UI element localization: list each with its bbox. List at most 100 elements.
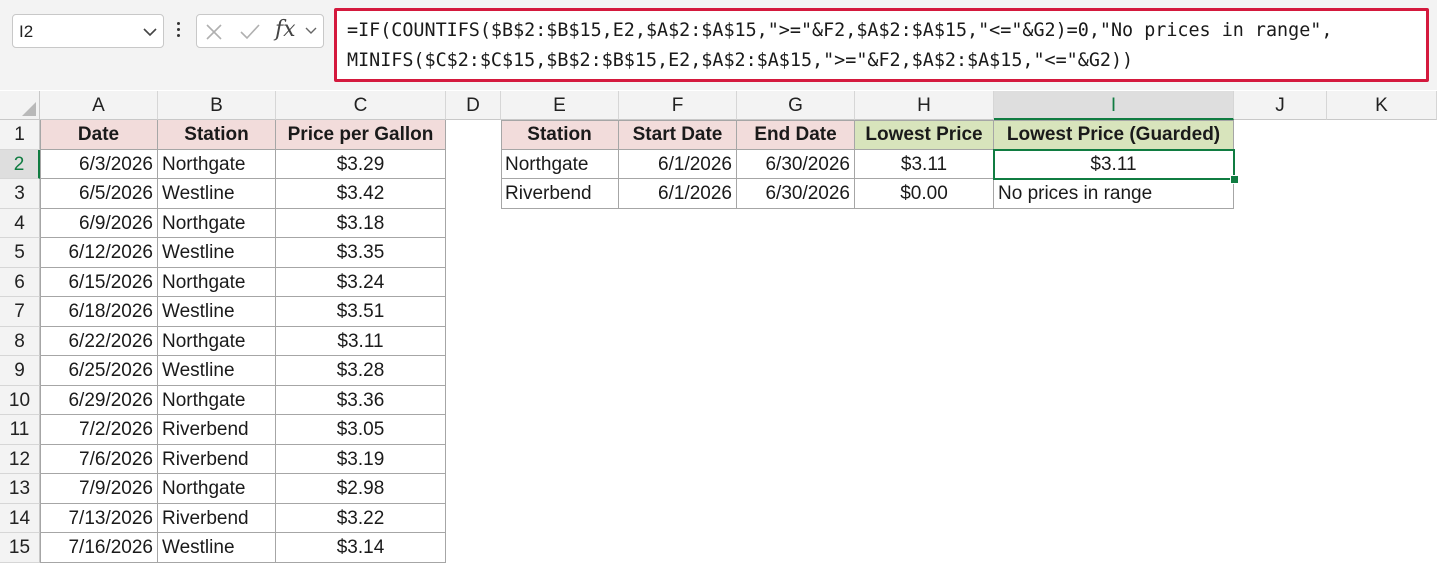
row-header-14[interactable]: 14 [0,503,40,533]
row-header-8[interactable]: 8 [0,326,40,356]
row-header-10[interactable]: 10 [0,385,40,415]
table-cell[interactable]: Riverbend [158,415,276,445]
row-header-9[interactable]: 9 [0,356,40,386]
table-border [501,120,502,209]
table-cell[interactable]: $3.51 [276,297,446,327]
table-cell[interactable]: $3.42 [276,179,446,209]
table-cell[interactable]: 6/22/2026 [40,326,158,356]
table-cell[interactable]: $3.29 [276,149,446,179]
row-header-13[interactable]: 13 [0,474,40,504]
worksheet-grid[interactable]: A B C D E F G H I J K 1 2 3 4 5 6 7 8 9 10 11 12 13 14 15 Date Stat… [0,91,1437,564]
table-cell[interactable]: Northgate [158,326,276,356]
column-header-g[interactable]: G [737,91,855,120]
enter-check-icon[interactable] [239,23,261,41]
table-cell[interactable]: Northgate [158,149,276,179]
row-header-3[interactable]: 3 [0,179,40,209]
lookup-cell[interactable]: 6/1/2026 [619,149,737,179]
table-cell[interactable]: Westline [158,238,276,268]
row-header-7[interactable]: 7 [0,297,40,327]
table-cell[interactable]: $3.14 [276,533,446,563]
table-cell[interactable]: Westline [158,533,276,563]
table-cell[interactable]: $3.19 [276,444,446,474]
lookup-cell[interactable]: Northgate [501,149,619,179]
column-header-d[interactable]: D [446,91,501,120]
table-cell[interactable]: 6/18/2026 [40,297,158,327]
insert-function-icon[interactable]: fx [275,17,296,42]
row-header-2[interactable]: 2 [0,149,40,179]
lookup-cell[interactable]: No prices in range [994,179,1234,209]
row-header-4[interactable]: 4 [0,208,40,238]
chevron-down-icon[interactable] [305,27,317,35]
row-header-15[interactable]: 15 [0,533,40,563]
table-cell[interactable]: 7/13/2026 [40,503,158,533]
lookup-cell[interactable]: Riverbend [501,179,619,209]
name-box[interactable]: I2 [12,14,164,48]
column-header-b[interactable]: B [158,91,276,120]
table-cell[interactable]: Northgate [158,208,276,238]
row-header-6[interactable]: 6 [0,267,40,297]
row-header-5[interactable]: 5 [0,238,40,268]
table-cell[interactable]: Westline [158,297,276,327]
column-header-c[interactable]: C [276,91,446,120]
more-options-icon[interactable] [176,22,182,42]
table-cell[interactable]: 6/12/2026 [40,238,158,268]
lookup-header-cell[interactable]: Lowest Price (Guarded) [994,120,1234,150]
table-cell[interactable]: $3.18 [276,208,446,238]
row-header-12[interactable]: 12 [0,444,40,474]
lookup-header-cell[interactable]: Start Date [619,120,737,150]
column-header-k[interactable]: K [1327,91,1437,120]
column-header-f[interactable]: F [619,91,737,120]
lookup-cell[interactable]: 6/30/2026 [737,149,855,179]
select-all-button[interactable] [0,91,40,120]
lookup-cell[interactable]: 6/30/2026 [737,179,855,209]
table-cell[interactable]: 6/15/2026 [40,267,158,297]
header-cell[interactable]: Date [40,120,158,150]
lookup-header-cell[interactable]: Station [501,120,619,150]
lookup-cell[interactable]: $0.00 [855,179,994,209]
chevron-down-icon[interactable] [143,28,157,37]
column-header-j[interactable]: J [1234,91,1327,120]
table-cell[interactable]: 6/5/2026 [40,179,158,209]
lookup-header-cell[interactable]: Lowest Price [855,120,994,150]
lookup-cell[interactable]: $3.11 [855,149,994,179]
lookup-cell[interactable]: 6/1/2026 [619,179,737,209]
table-cell[interactable]: 6/3/2026 [40,149,158,179]
column-header-h[interactable]: H [855,91,994,120]
formula-line-1: =IF(COUNTIFS($B$2:$B$15,E2,$A$2:$A$15,">… [347,20,1333,41]
formula-bar-area: I2 fx =IF(COUNTIFS($B$2:$B$15,E2,$A$2:$A… [0,0,1437,90]
table-cell[interactable]: 7/16/2026 [40,533,158,563]
table-cell[interactable]: Northgate [158,385,276,415]
table-cell[interactable]: 6/9/2026 [40,208,158,238]
table-cell[interactable]: $3.22 [276,503,446,533]
row-header-11[interactable]: 11 [0,415,40,445]
row-header-1[interactable]: 1 [0,120,40,150]
table-cell[interactable]: 7/9/2026 [40,474,158,504]
header-cell[interactable]: Price per Gallon [276,120,446,150]
table-cell[interactable]: $3.28 [276,356,446,386]
table-cell[interactable]: $3.35 [276,238,446,268]
table-cell[interactable]: 7/6/2026 [40,444,158,474]
table-cell[interactable]: Northgate [158,267,276,297]
table-cell[interactable]: Westline [158,179,276,209]
column-header-e[interactable]: E [501,91,619,120]
table-cell[interactable]: $2.98 [276,474,446,504]
fill-handle[interactable] [1230,175,1239,184]
table-cell[interactable]: 6/25/2026 [40,356,158,386]
table-cell[interactable]: 6/29/2026 [40,385,158,415]
column-header-a[interactable]: A [40,91,158,120]
cancel-icon[interactable] [205,23,223,41]
table-cell[interactable]: $3.05 [276,415,446,445]
lookup-header-cell[interactable]: End Date [737,120,855,150]
table-cell[interactable]: 7/2/2026 [40,415,158,445]
table-cell[interactable]: $3.24 [276,267,446,297]
table-cell[interactable]: $3.36 [276,385,446,415]
table-cell[interactable]: $3.11 [276,326,446,356]
table-cell[interactable]: Riverbend [158,444,276,474]
active-cell-border [993,148,1235,180]
formula-input[interactable]: =IF(COUNTIFS($B$2:$B$15,E2,$A$2:$A$15,">… [334,8,1429,82]
column-header-i[interactable]: I [994,91,1234,120]
table-cell[interactable]: Northgate [158,474,276,504]
header-cell[interactable]: Station [158,120,276,150]
table-cell[interactable]: Westline [158,356,276,386]
table-cell[interactable]: Riverbend [158,503,276,533]
